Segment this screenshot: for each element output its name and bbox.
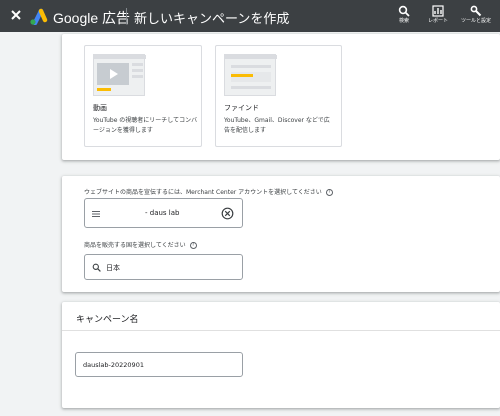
google-ads-logo-icon	[30, 8, 48, 25]
subtype-video[interactable]: 動画 YouTube の視聴者にリーチしてコンバージョンを獲得します	[84, 45, 202, 147]
merchant-account-value: - daus lab	[145, 209, 180, 217]
tools-button[interactable]: ツールと設定	[456, 5, 496, 24]
remove-icon[interactable]	[221, 207, 234, 220]
search-icon	[92, 263, 101, 272]
country-label: 商品を販売する国を選択してください	[84, 242, 186, 249]
search-icon	[398, 5, 410, 17]
merchant-label-row: ウェブサイトの商品を宣伝するには、Merchant Center アカウントを選…	[84, 187, 333, 196]
app-brand: Google 広告	[53, 10, 131, 26]
subtype-discovery[interactable]: ファインド YouTube、Gmail、Discover などで広告を配信します	[215, 45, 342, 147]
reports-button[interactable]: レポート	[418, 5, 458, 24]
discovery-thumbnail	[224, 54, 277, 96]
video-thumbnail-icon	[94, 55, 146, 91]
close-icon[interactable]	[8, 7, 24, 23]
merchant-label: ウェブサイトの商品を宣伝するには、Merchant Center アカウントを選…	[84, 189, 322, 196]
tools-label: ツールと設定	[460, 18, 491, 24]
drag-handle-icon[interactable]	[92, 210, 100, 218]
subtype-video-name: 動画	[93, 104, 107, 112]
video-thumbnail	[93, 54, 146, 96]
top-bar: Google 広告 新しいキャンペーンを作成 検索 レポート ツールと設定	[0, 0, 500, 32]
title-divider	[126, 8, 127, 24]
campaign-name-value: dauslab-20220901	[83, 361, 144, 369]
campaign-name-title: キャンペーン名	[76, 315, 139, 325]
help-icon[interactable]: ?	[325, 189, 333, 196]
country-label-row: 商品を販売する国を選択してください?	[84, 240, 197, 249]
discovery-thumbnail-icon	[225, 55, 277, 89]
help-icon[interactable]: ?	[189, 242, 197, 249]
reports-icon	[432, 5, 444, 17]
subtype-discovery-description: YouTube、Gmail、Discover などで広告を配信します	[224, 117, 330, 134]
merchant-account-select[interactable]: - daus lab	[84, 198, 243, 228]
country-search-input[interactable]: 日本	[84, 254, 243, 280]
section-divider	[62, 330, 500, 331]
country-value: 日本	[106, 264, 120, 272]
wrench-icon	[470, 5, 482, 17]
subtype-video-description: YouTube の視聴者にリーチしてコンバージョンを獲得します	[93, 117, 198, 134]
campaign-name-input[interactable]: dauslab-20220901	[75, 352, 243, 377]
reports-label: レポート	[427, 18, 448, 24]
subtype-discovery-name: ファインド	[224, 104, 259, 112]
page-title: 新しいキャンペーンを作成	[134, 12, 290, 27]
